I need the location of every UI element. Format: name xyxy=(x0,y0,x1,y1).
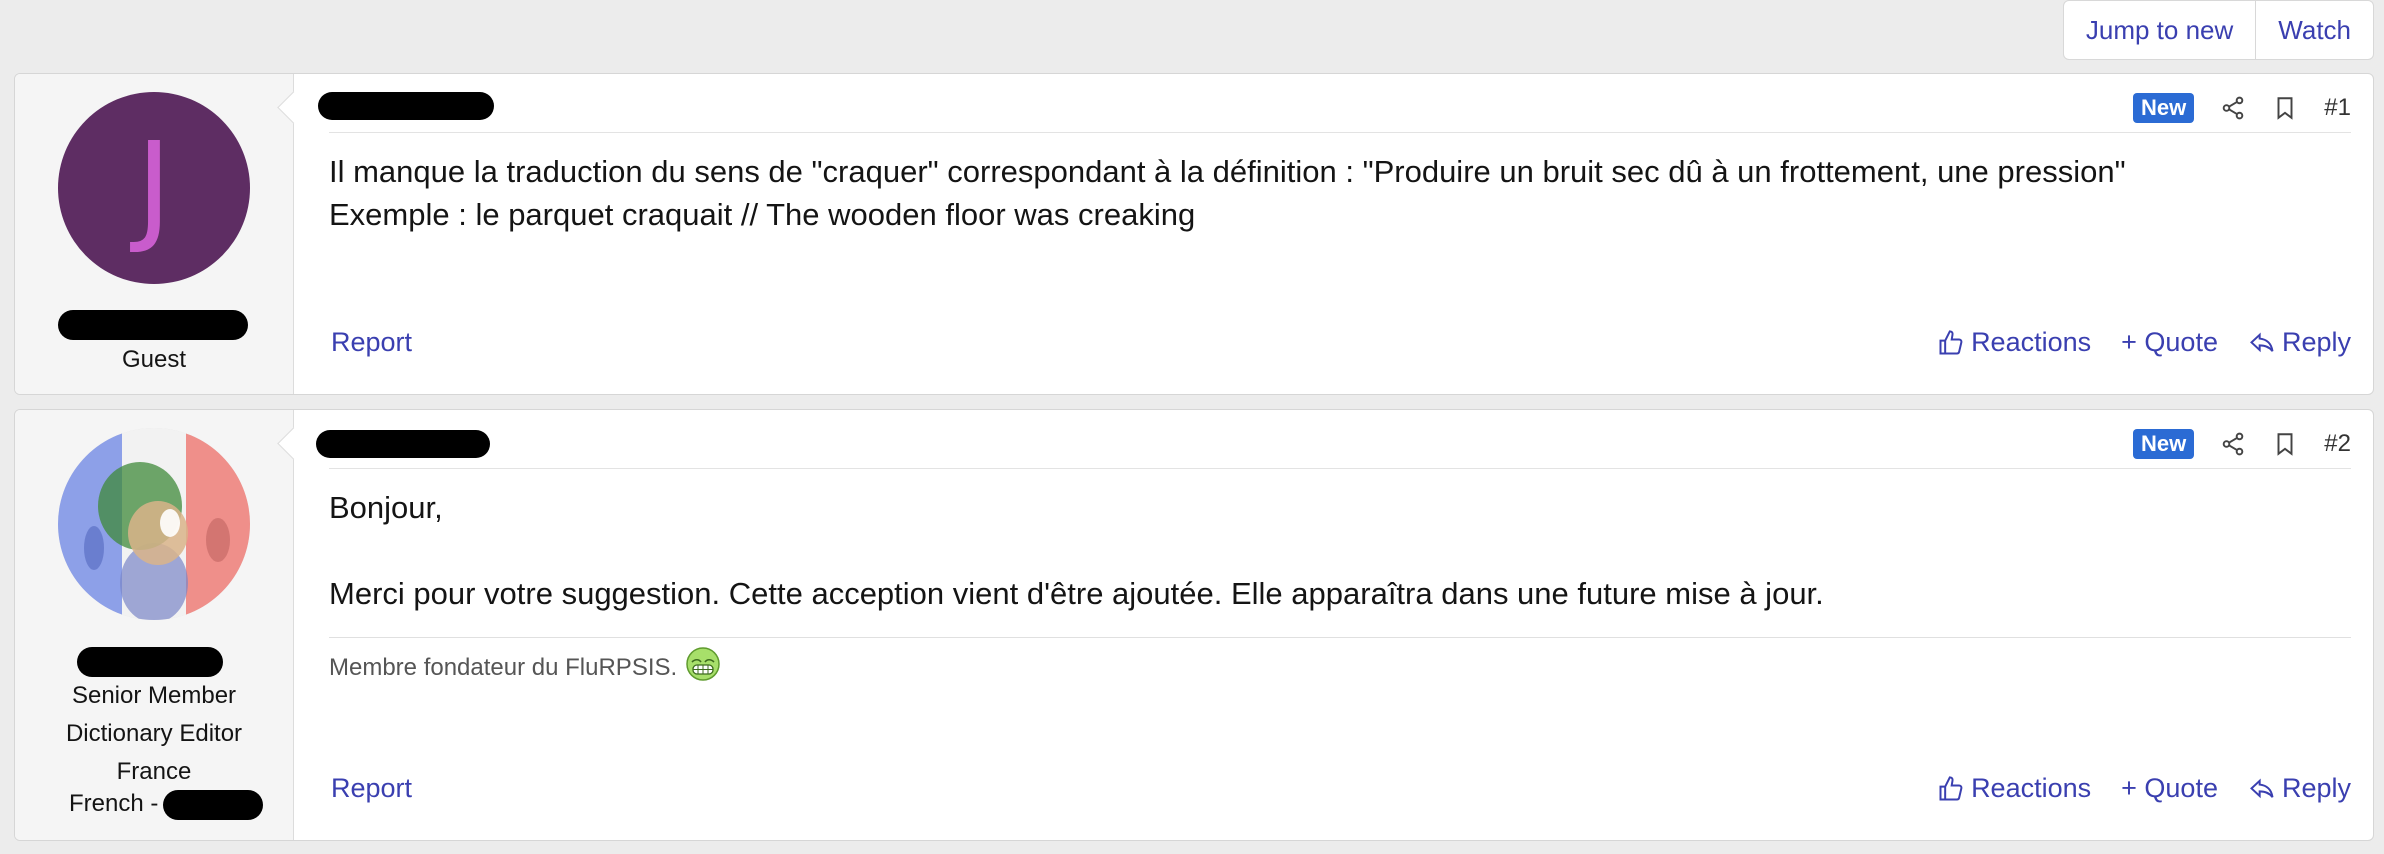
avatar-image xyxy=(58,428,250,620)
user-role: Dictionary Editor xyxy=(65,720,243,747)
share-icon[interactable] xyxy=(2220,431,2246,457)
quote-button[interactable]: + Quote xyxy=(2121,773,2218,804)
thumbs-up-icon xyxy=(1939,329,1963,354)
post-2: Senior Member Dictionary Editor France F… xyxy=(14,409,2374,841)
avatar-letter: J xyxy=(136,118,172,257)
post-actions: Reactions + Quote Reply xyxy=(1937,773,2351,804)
reply-label: Reply xyxy=(2281,327,2351,357)
post-number-link[interactable]: #1 xyxy=(2324,94,2351,122)
redacted-username xyxy=(58,310,248,340)
bookmark-icon[interactable] xyxy=(2272,431,2298,457)
reply-label: Reply xyxy=(2281,773,2351,803)
grin-emoji-icon xyxy=(685,646,721,689)
user-title: Senior Member xyxy=(71,682,237,709)
redacted-date xyxy=(316,430,490,458)
reply-arrow-icon xyxy=(2250,332,2274,352)
jump-to-new-button[interactable]: Jump to new xyxy=(2064,1,2255,59)
reply-button[interactable]: Reply xyxy=(2248,773,2351,804)
reactions-label: Reactions xyxy=(1971,773,2092,803)
watch-button[interactable]: Watch xyxy=(2255,1,2373,59)
bookmark-icon[interactable] xyxy=(2272,95,2298,121)
share-icon[interactable] xyxy=(2220,95,2246,121)
reactions-button[interactable]: Reactions xyxy=(1937,327,2091,358)
post-main: New #1 Il manque la traduction du sens d… xyxy=(277,74,2373,394)
post-body: Bonjour, Merci pour votre suggestion. Ce… xyxy=(329,490,1824,611)
reactions-button[interactable]: Reactions xyxy=(1937,773,2091,804)
avatar[interactable] xyxy=(58,428,250,620)
reply-arrow-icon xyxy=(2250,778,2274,798)
user-title: Guest xyxy=(121,346,187,373)
quote-button[interactable]: + Quote xyxy=(2121,327,2218,358)
signature-text: Membre fondateur du FluRPSIS. xyxy=(329,653,678,681)
thread-toolbar: Jump to new Watch xyxy=(2062,0,2374,60)
post-1: J Guest New #1 Il manque la traduction d… xyxy=(14,73,2374,395)
new-badge: New xyxy=(2133,429,2195,459)
post-actions: Reactions + Quote Reply xyxy=(1937,327,2351,358)
report-link[interactable]: Report xyxy=(331,327,412,358)
post-header-actions: New #2 xyxy=(2133,424,2351,464)
post-number-link[interactable]: #2 xyxy=(2324,430,2351,458)
report-link[interactable]: Report xyxy=(331,773,412,804)
redacted-username xyxy=(77,647,223,677)
user-panel: J Guest xyxy=(15,74,294,394)
post-header-actions: New #1 xyxy=(2133,88,2351,128)
redacted-language xyxy=(163,790,263,820)
thumbs-up-icon xyxy=(1939,775,1963,800)
reply-button[interactable]: Reply xyxy=(2248,327,2351,358)
signature: Membre fondateur du FluRPSIS. xyxy=(329,646,721,689)
reactions-label: Reactions xyxy=(1971,327,2092,357)
user-location: France xyxy=(116,758,192,785)
user-languages: French - xyxy=(69,790,159,817)
new-badge: New xyxy=(2133,93,2195,123)
post-body: Il manque la traduction du sens de "craq… xyxy=(329,154,2126,232)
redacted-date xyxy=(318,92,494,120)
post-main: New #2 Bonjour, Merci pour votre suggest… xyxy=(277,410,2373,840)
avatar[interactable]: J xyxy=(58,92,250,284)
user-panel: Senior Member Dictionary Editor France F… xyxy=(15,410,294,840)
